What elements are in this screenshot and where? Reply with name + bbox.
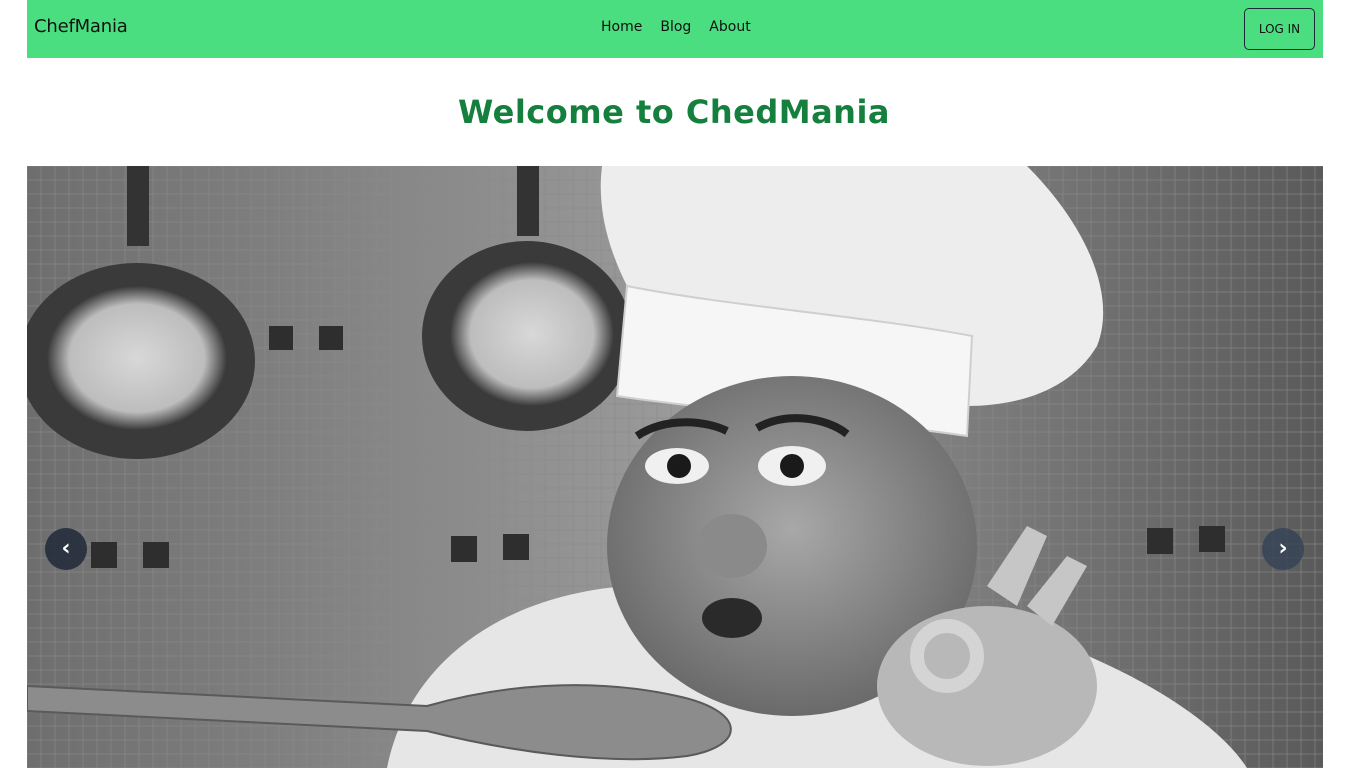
carousel-prev-button[interactable]: ‹ [45,528,87,570]
nav-link-home[interactable]: Home [601,19,642,35]
carousel-next-button[interactable]: › [1262,528,1304,570]
nav-links: Home Blog About [601,19,751,35]
brand-logo[interactable]: ChefMania [34,16,128,37]
nav-link-about[interactable]: About [709,19,750,35]
login-button[interactable]: LOG IN [1244,8,1315,50]
image-carousel: ‹ › [27,166,1323,768]
top-navbar: ChefMania Home Blog About LOG IN [27,0,1323,58]
welcome-heading: Welcome to ChedMania [457,93,891,131]
chef-photo [27,166,1323,768]
nav-link-blog[interactable]: Blog [660,19,691,35]
